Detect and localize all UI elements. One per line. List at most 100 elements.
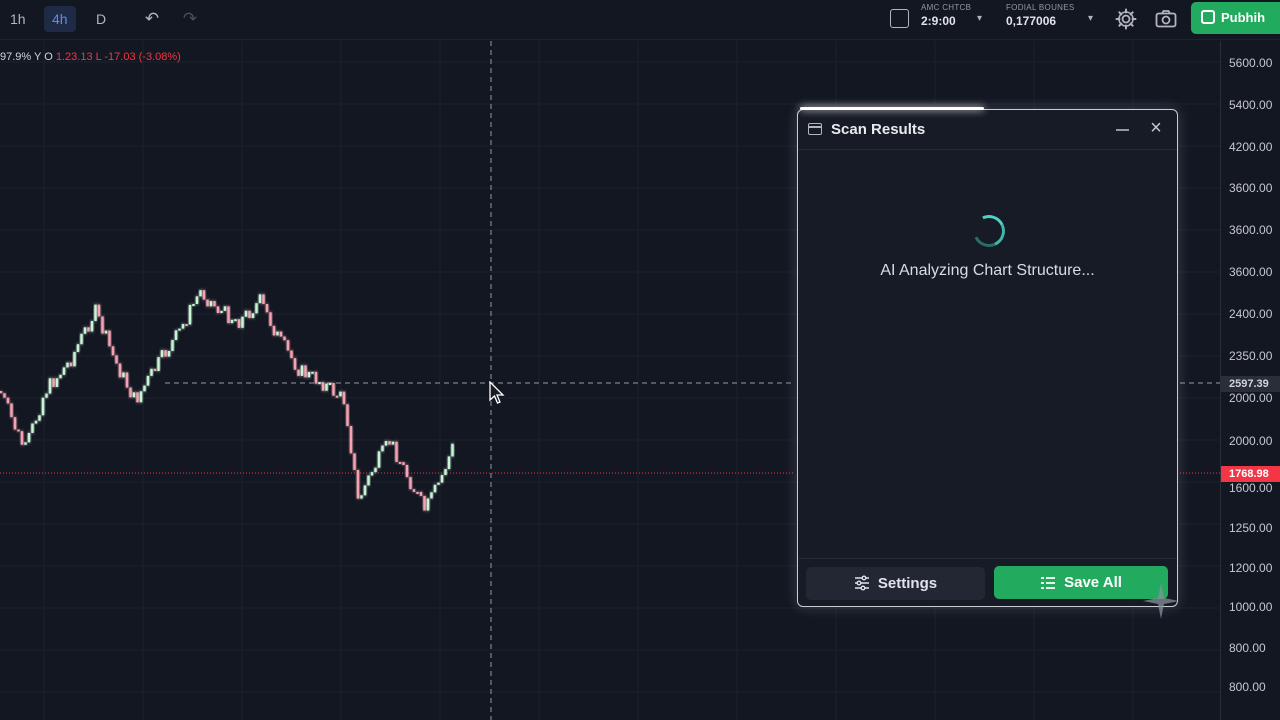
candle-body — [339, 391, 342, 397]
price-tick-label: 4200.00 — [1229, 140, 1273, 154]
ohlc-legend-right: 1.23.13 L -17.03 (-3.08%) — [55, 51, 181, 63]
window-icon — [808, 123, 822, 135]
candle-body — [300, 365, 304, 376]
settings-button[interactable]: Settings — [806, 567, 985, 600]
ohlc-legend: 97.9% Y O 1.23.13 L -17.03 (-3.08%) — [0, 51, 181, 63]
candle-body — [45, 393, 48, 398]
candle-body — [244, 310, 248, 317]
price-tick-label: 3600.00 — [1229, 181, 1273, 195]
price-tick-label: 1000.00 — [1229, 600, 1273, 614]
redo-icon[interactable]: ↷ — [177, 6, 203, 32]
candle-body — [332, 382, 335, 396]
candle-body — [213, 301, 216, 307]
candle-body — [90, 320, 94, 332]
candle-body — [10, 403, 13, 418]
field-time-value: 2:9:00 — [921, 14, 956, 28]
timeframe-1h-button[interactable]: 1h — [2, 6, 34, 32]
sliders-icon — [854, 575, 869, 591]
candle-body — [409, 477, 412, 490]
mouse-cursor-icon — [489, 381, 505, 404]
candle-body — [17, 429, 20, 432]
price-tick-label: 2000.00 — [1229, 434, 1273, 448]
price-tick-label: 2350.00 — [1229, 349, 1273, 363]
candle-body — [444, 469, 447, 476]
candle-body — [87, 327, 90, 332]
candle-body — [108, 330, 111, 347]
timeframe-4h-button[interactable]: 4h — [44, 6, 76, 32]
candle-body — [13, 417, 17, 430]
minimize-icon[interactable] — [1116, 129, 1129, 131]
candle-body — [167, 350, 171, 357]
candle-body — [66, 362, 69, 368]
candle-body — [199, 290, 202, 297]
undo-icon[interactable]: ↶ — [139, 6, 165, 32]
timeframe-d-button[interactable]: D — [88, 6, 114, 32]
candle-body — [132, 392, 136, 398]
candle-body — [367, 475, 370, 486]
list-icon — [1041, 577, 1056, 589]
candle-body — [41, 397, 45, 416]
candle-body — [255, 303, 258, 314]
candle-body — [216, 306, 220, 314]
candle-body — [279, 331, 283, 337]
candle-body — [314, 371, 318, 384]
candle-body — [0, 391, 3, 394]
candle-body — [157, 357, 160, 371]
panel-title: Scan Results — [831, 121, 926, 138]
candle-body — [384, 441, 388, 446]
candle-body — [209, 301, 213, 307]
publish-icon — [1201, 10, 1215, 24]
save-all-label: Save All — [1064, 574, 1122, 591]
candle-body — [349, 426, 353, 454]
crosshair-price-label: 2597.39 — [1221, 376, 1280, 392]
candle-body — [311, 371, 314, 374]
candle-body — [80, 333, 83, 345]
field-balance-dropdown[interactable]: FODIAL BOUNES 0,177006 ▾ — [1006, 3, 1101, 37]
candle-body — [328, 382, 332, 385]
candle-body — [94, 304, 97, 321]
candle-body — [356, 469, 360, 499]
price-tick-label: 1200.00 — [1229, 561, 1273, 575]
gear-icon[interactable] — [1114, 7, 1138, 31]
candle-body — [353, 453, 356, 470]
candle-body — [83, 327, 87, 334]
sparkle-icon — [1143, 583, 1179, 619]
price-tick-label: 5600.00 — [1229, 56, 1273, 70]
candle-body — [38, 415, 41, 421]
close-icon[interactable]: × — [1146, 118, 1166, 138]
candle-body — [34, 420, 38, 424]
candle-body — [234, 319, 237, 322]
candle-body — [220, 310, 223, 314]
candle-body — [388, 441, 391, 445]
candle-body — [335, 395, 339, 398]
camera-icon[interactable] — [1154, 7, 1178, 31]
chevron-down-icon: ▾ — [1088, 13, 1094, 24]
price-tick-label: 800.00 — [1229, 680, 1266, 694]
price-tick-label: 1600.00 — [1229, 481, 1273, 495]
candle-body — [160, 350, 164, 358]
candle-body — [283, 336, 286, 341]
candle-body — [20, 431, 24, 445]
candle-body — [318, 382, 321, 385]
candle-body — [405, 464, 409, 478]
publish-button[interactable]: Pubhih — [1191, 2, 1280, 34]
candle-body — [146, 375, 150, 386]
candle-body — [136, 392, 139, 403]
candle-body — [129, 387, 132, 398]
candle-body — [293, 358, 297, 370]
last-price-label: 1768.98 — [1221, 466, 1280, 482]
candle-body — [164, 350, 167, 357]
candle-body — [69, 362, 73, 367]
toolbar-checkbox[interactable] — [890, 9, 909, 28]
candle-body — [426, 498, 430, 511]
candle-body — [237, 319, 241, 328]
candle-body — [272, 325, 276, 336]
price-tick-label: 800.00 — [1229, 641, 1266, 655]
candle-body — [370, 472, 374, 476]
field-balance-label: FODIAL BOUNES — [1006, 3, 1075, 12]
top-toolbar: 1h 4h D ↶ ↷ AMC CHTCB 2:9:00 ▾ FODIAL BO… — [0, 0, 1280, 40]
chevron-down-icon: ▾ — [977, 13, 983, 24]
settings-label: Settings — [877, 575, 938, 592]
candle-body — [423, 495, 426, 511]
field-time-dropdown[interactable]: AMC CHTCB 2:9:00 ▾ — [921, 3, 996, 37]
